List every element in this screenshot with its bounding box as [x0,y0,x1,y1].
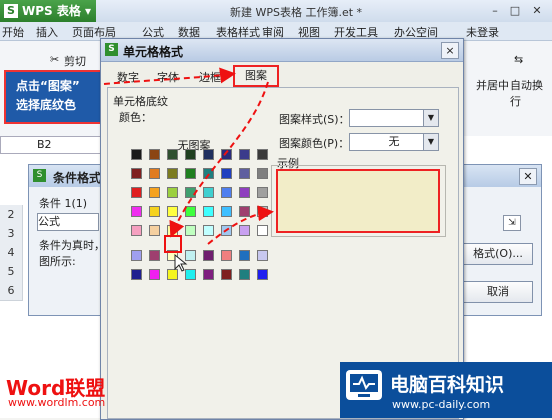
arrow-to-preview [207,205,274,245]
mouse-cursor-icon [174,253,188,272]
site-name: 电脑百科知识 [390,374,505,396]
arrow-to-swatch [169,81,269,238]
arrow-to-pattern-tab [103,67,236,85]
guide-arrows [103,67,274,272]
word-url: www.wordlm.com [8,396,106,409]
selected-swatch-highlight [164,235,182,253]
pc-daily-logo: 电脑百科知识 www.pc-daily.com [340,362,552,418]
site-url: www.pc-daily.com [392,398,491,411]
monitor-icon [346,370,382,400]
